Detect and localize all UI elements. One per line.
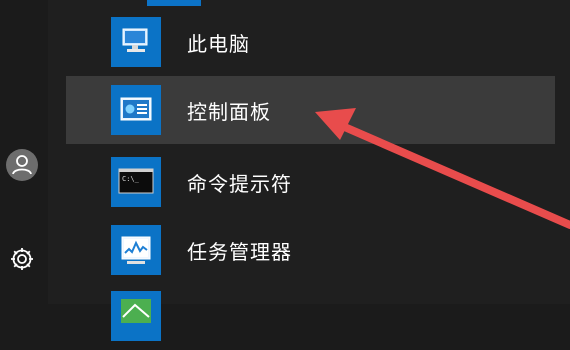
app-item-this-pc[interactable]: 此电脑 — [66, 8, 555, 76]
partial-app-icon — [111, 291, 161, 341]
app-label: 命令提示符 — [187, 171, 292, 196]
app-item-partial[interactable] — [66, 282, 555, 350]
app-label: 任务管理器 — [187, 239, 292, 264]
partial-tile-top — [147, 0, 201, 6]
control-panel-icon — [111, 85, 161, 135]
app-item-command-prompt[interactable]: C:\_ 命令提示符 — [66, 148, 555, 216]
this-pc-icon — [111, 17, 161, 67]
user-avatar-icon[interactable] — [6, 149, 38, 181]
app-item-task-manager[interactable]: 任务管理器 — [66, 216, 555, 284]
task-manager-icon — [111, 225, 161, 275]
app-label: 控制面板 — [187, 99, 271, 124]
svg-text:C:\_: C:\_ — [122, 175, 140, 183]
start-left-rail — [0, 0, 48, 304]
app-item-control-panel[interactable]: 控制面板 — [66, 76, 555, 144]
app-label: 此电脑 — [187, 31, 250, 56]
settings-gear-icon[interactable] — [8, 245, 36, 273]
command-prompt-icon: C:\_ — [111, 157, 161, 207]
start-menu-app-list: 此电脑 控制面板 C:\_ 命令提示符 任务管理器 — [48, 0, 570, 341]
